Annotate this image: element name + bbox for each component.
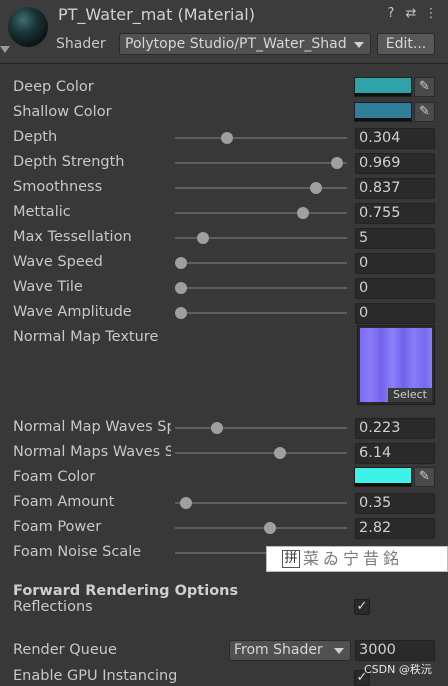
normal-map-waves-speed-label: Normal Map Waves Sp [13,419,171,435]
watermark: CSDN @秩沅 [364,663,432,676]
shallow-color-label: Shallow Color [13,104,112,120]
smoothness-slider[interactable] [175,182,347,194]
wave-speed-label: Wave Speed [13,254,103,270]
wave-amplitude-slider[interactable] [175,307,347,319]
normal-maps-waves-size-slider[interactable] [175,447,347,459]
foam-noise-scale-label: Foam Noise Scale [13,544,142,560]
max-tessellation-field[interactable]: 5 [355,228,435,249]
wave-speed-field[interactable]: 0 [355,253,435,274]
normal-map-texture-slot[interactable]: Select [357,325,435,405]
foam-power-field[interactable]: 2.82 [355,518,435,539]
foam-color-swatch[interactable] [354,467,412,487]
eyedropper-icon[interactable]: ✎ [414,77,435,97]
deep-color-label: Deep Color [13,79,94,95]
normal-maps-waves-size-label: Normal Maps Waves S [13,444,171,460]
slider-knob[interactable] [310,182,323,194]
reflections-label: Reflections [13,599,93,615]
depth-slider[interactable] [175,132,347,144]
mettalic-label: Mettalic [13,204,71,220]
forward-rendering-title: Forward Rendering Options [13,583,239,599]
slider-knob[interactable] [175,257,188,269]
slider-knob[interactable] [196,232,209,244]
normal-map-texture-label: Normal Map Texture [13,329,159,345]
depth-label: Depth [13,129,58,145]
foam-amount-label: Foam Amount [13,494,115,510]
slider-knob[interactable] [180,497,193,509]
normal-maps-waves-size-field[interactable]: 6.14 [355,443,435,464]
shader-dropdown[interactable]: Polytope Studio/PT_Water_Shad [119,33,371,55]
gpu-instancing-label: Enable GPU Instancing [13,668,178,684]
max-tessellation-slider[interactable] [175,232,347,244]
foam-power-label: Foam Power [13,519,102,535]
max-tessellation-label: Max Tessellation [13,229,132,245]
wave-tile-field[interactable]: 0 [355,278,435,299]
normal-map-waves-speed-slider[interactable] [175,422,347,434]
shader-dropdown-value: Polytope Studio/PT_Water_Shad [125,36,347,52]
deep-color-swatch[interactable] [354,77,412,97]
slider-knob[interactable] [297,207,310,219]
more-icon[interactable]: ⋮ [423,6,439,22]
foam-amount-slider[interactable] [175,497,347,509]
slider-knob[interactable] [175,282,188,294]
normal-map-waves-speed-field[interactable]: 0.223 [355,418,435,439]
foam-amount-field[interactable]: 0.35 [355,493,435,514]
wave-speed-slider[interactable] [175,257,347,269]
render-queue-dropdown-value: From Shader [234,642,323,658]
depth-strength-field[interactable]: 0.969 [355,153,435,174]
ime-candidates: 菜ゐ宁昔銘 [303,549,404,568]
slider-knob[interactable] [211,422,224,434]
shallow-color-swatch[interactable] [354,102,412,122]
preset-icon[interactable]: ⇄ [403,6,419,22]
chevron-down-icon [354,42,364,48]
material-preview-sphere [8,7,48,47]
smoothness-label: Smoothness [13,179,103,195]
material-title: PT_Water_mat (Material) [58,5,255,24]
eyedropper-icon[interactable]: ✎ [414,467,435,487]
help-icon[interactable]: ? [383,6,399,22]
slider-knob[interactable] [330,157,343,169]
render-queue-dropdown[interactable]: From Shader [229,640,351,661]
foldout-arrow-icon[interactable] [0,46,10,53]
render-queue-field[interactable]: 3000 [355,640,435,661]
foam-noise-scale-slider[interactable] [175,552,270,554]
depth-field[interactable]: 0.304 [355,128,435,149]
depth-strength-label: Depth Strength [13,154,125,170]
wave-amplitude-field[interactable]: 0 [355,303,435,324]
reflections-checkbox[interactable]: ✓ [354,599,370,615]
slider-knob[interactable] [263,522,276,534]
wave-tile-slider[interactable] [175,282,347,294]
foam-power-slider[interactable] [175,522,347,534]
header-divider [0,63,448,64]
material-header: PT_Water_mat (Material) ? ⇄ ⋮ Shader Pol… [0,0,448,62]
slider-knob[interactable] [221,132,234,144]
smoothness-field[interactable]: 0.837 [355,178,435,199]
mettalic-field[interactable]: 0.755 [355,203,435,224]
texture-select-button[interactable]: Select [388,388,432,402]
slider-knob[interactable] [273,447,286,459]
depth-strength-slider[interactable] [175,157,347,169]
mettalic-slider[interactable] [175,207,347,219]
wave-amplitude-label: Wave Amplitude [13,304,132,320]
chevron-down-icon [334,648,344,654]
slider-knob[interactable] [175,307,188,319]
render-queue-label: Render Queue [13,642,117,658]
wave-tile-label: Wave Tile [13,279,83,295]
eyedropper-icon[interactable]: ✎ [414,102,435,122]
edit-shader-button[interactable]: Edit... [377,33,435,55]
shader-label: Shader [56,36,106,52]
ime-pinyin-icon: 拼 [282,550,300,568]
foam-color-label: Foam Color [13,469,96,485]
